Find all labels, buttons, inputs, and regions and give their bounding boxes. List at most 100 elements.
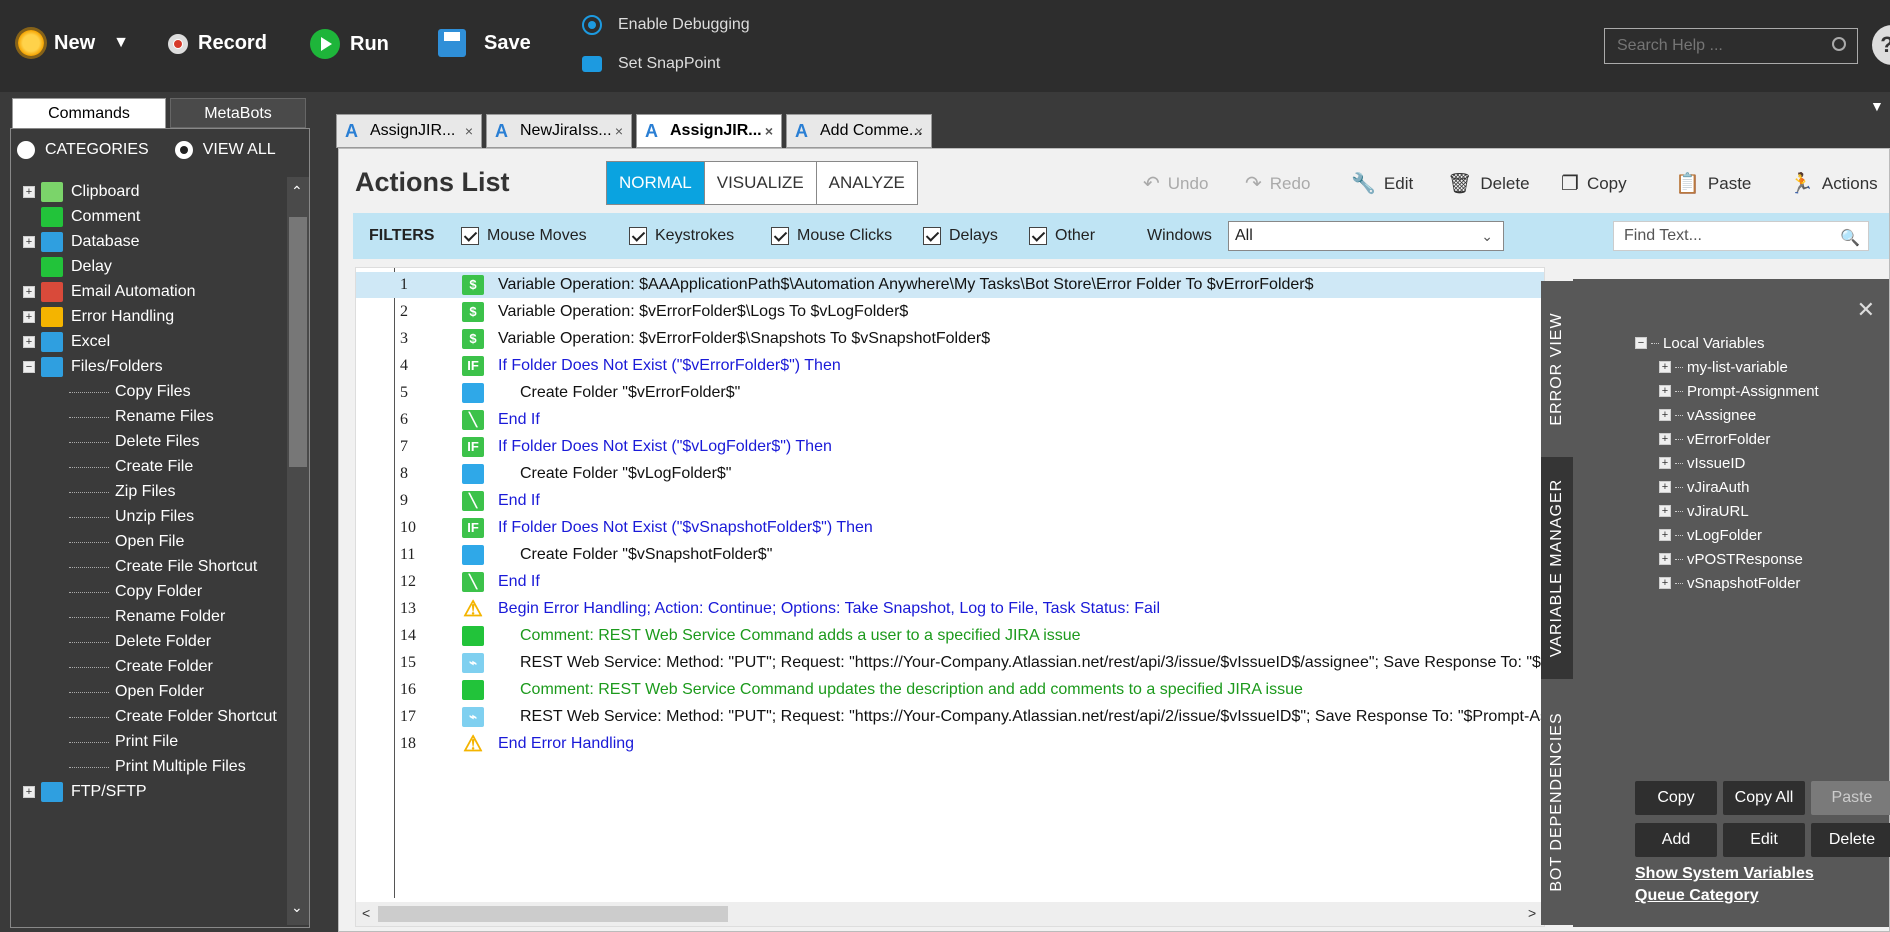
redo-button[interactable]: ↷ Redo — [1245, 171, 1310, 196]
variable-item[interactable]: + Prompt-Assignment — [1659, 379, 1819, 403]
action-row[interactable]: 14 Comment: REST Web Service Command adds… — [356, 623, 1544, 649]
scroll-left-icon[interactable]: < — [362, 905, 370, 921]
expand-icon[interactable]: + — [1659, 577, 1671, 589]
find-text-input[interactable]: Find Text... 🔍 — [1613, 221, 1869, 251]
actions-menu-button[interactable]: 🏃 Actions — [1789, 171, 1878, 196]
expand-icon[interactable]: + — [23, 186, 35, 198]
queue-category-link[interactable]: Queue Category — [1635, 887, 1759, 905]
collapse-icon[interactable]: − — [23, 361, 35, 373]
scroll-down-icon[interactable]: ⌄ — [291, 899, 303, 916]
edit-button[interactable]: 🔧 Edit — [1351, 171, 1413, 196]
variable-item[interactable]: + vPOSTResponse — [1659, 547, 1803, 571]
search-help-input[interactable] — [1604, 28, 1858, 64]
paste-button[interactable]: 📋 Paste — [1675, 171, 1751, 196]
help-icon[interactable]: ? — [1872, 25, 1890, 65]
action-row[interactable]: 16 Comment: REST Web Service Command upda… — [356, 677, 1544, 703]
collapse-icon[interactable]: − — [1635, 337, 1647, 349]
action-row[interactable]: 12 ╲ End If — [356, 569, 1544, 595]
filter-keystrokes[interactable]: Keystrokes — [629, 227, 734, 245]
tab-overflow-icon[interactable]: ▼ — [1870, 98, 1884, 114]
close-tab-icon[interactable]: × — [915, 123, 923, 139]
edit-variable-button[interactable]: Edit — [1723, 823, 1805, 857]
action-row[interactable]: 5 Create Folder "$vErrorFolder$" — [356, 380, 1544, 406]
categories-radio[interactable] — [17, 141, 35, 159]
copy-variable-button[interactable]: Copy — [1635, 781, 1717, 815]
tab-error-view[interactable]: ERROR VIEW — [1541, 281, 1573, 457]
expand-icon[interactable]: + — [23, 236, 35, 248]
mode-visualize[interactable]: VISUALIZE — [704, 162, 817, 204]
expand-icon[interactable]: + — [1659, 361, 1671, 373]
action-row[interactable]: 13 ⚠ Begin Error Handling; Action: Continu… — [356, 596, 1544, 622]
windows-select[interactable]: All ⌄ — [1228, 221, 1504, 251]
command-ftp-sftp[interactable]: + FTP/SFTP — [11, 777, 147, 807]
undo-button[interactable]: ↶ Undo — [1143, 171, 1208, 196]
scroll-right-icon[interactable]: > — [1528, 905, 1536, 921]
variable-item[interactable]: + vSnapshotFolder — [1659, 571, 1800, 595]
add-variable-button[interactable]: Add — [1635, 823, 1717, 857]
expand-icon[interactable]: + — [23, 786, 35, 798]
action-row[interactable]: 7 IF If Folder Does Not Exist ("$vLogFolde… — [356, 434, 1544, 460]
variable-item[interactable]: + vLogFolder — [1659, 523, 1762, 547]
action-row[interactable]: 2 $ Variable Operation: $vErrorFolder$\Log… — [356, 299, 1544, 325]
expand-icon[interactable]: + — [23, 286, 35, 298]
action-row[interactable]: 9 ╲ End If — [356, 488, 1544, 514]
search-icon[interactable] — [1832, 37, 1846, 51]
tab-commands[interactable]: Commands — [12, 98, 166, 128]
tab-bot-dependencies[interactable]: BOT DEPENDENCIES — [1541, 679, 1573, 925]
copy-all-button[interactable]: Copy All — [1723, 781, 1805, 815]
paste-variable-button[interactable]: Paste — [1811, 781, 1890, 815]
action-row[interactable]: 15 ⌁ REST Web Service: Method: "PUT"; Requ… — [356, 650, 1544, 676]
record-button[interactable]: Record — [168, 32, 267, 55]
expand-icon[interactable]: + — [1659, 457, 1671, 469]
expand-icon[interactable]: + — [1659, 529, 1671, 541]
mode-analyze[interactable]: ANALYZE — [816, 162, 917, 204]
delete-button[interactable]: 🗑 Delete — [1447, 171, 1530, 196]
action-row[interactable]: 6 ╲ End If — [356, 407, 1544, 433]
new-button[interactable]: New ▼ — [18, 30, 129, 56]
horizontal-scroll-thumb[interactable] — [378, 906, 728, 922]
enable-debugging-option[interactable]: Enable Debugging — [582, 15, 750, 35]
variable-item[interactable]: + vIssueID — [1659, 451, 1745, 475]
filter-mouse-moves[interactable]: Mouse Moves — [461, 227, 587, 245]
filter-delays[interactable]: Delays — [923, 227, 998, 245]
variable-item[interactable]: + vErrorFolder — [1659, 427, 1770, 451]
expand-icon[interactable]: + — [1659, 385, 1671, 397]
expand-icon[interactable]: + — [1659, 433, 1671, 445]
close-tab-icon[interactable]: × — [465, 123, 473, 139]
expand-icon[interactable]: + — [23, 336, 35, 348]
expand-icon[interactable]: + — [1659, 505, 1671, 517]
expand-icon[interactable]: + — [23, 311, 35, 323]
document-tab[interactable]: A Add Comme... × — [786, 114, 932, 148]
scroll-thumb[interactable] — [289, 217, 307, 467]
local-variables-root[interactable]: − Local Variables — [1635, 331, 1764, 355]
show-system-variables-link[interactable]: Show System Variables — [1635, 865, 1814, 883]
copy-button[interactable]: ❐ Copy — [1561, 171, 1627, 196]
variable-item[interactable]: + vAssignee — [1659, 403, 1756, 427]
horizontal-scrollbar[interactable]: < > — [356, 902, 1544, 926]
scroll-up-icon[interactable]: ⌃ — [291, 183, 303, 200]
set-snappoint-option[interactable]: Set SnapPoint — [582, 55, 720, 73]
close-tab-icon[interactable]: × — [615, 123, 623, 139]
view-all-radio[interactable] — [174, 141, 193, 159]
find-search-icon[interactable]: 🔍 — [1840, 228, 1860, 248]
delete-variable-button[interactable]: Delete — [1811, 823, 1890, 857]
commands-scrollbar[interactable]: ⌃ ⌄ — [287, 177, 309, 925]
filter-mouse-clicks[interactable]: Mouse Clicks — [771, 227, 892, 245]
action-row[interactable]: 3 $ Variable Operation: $vErrorFolder$\Sna… — [356, 326, 1544, 352]
variable-item[interactable]: + vJiraURL — [1659, 499, 1749, 523]
filter-other[interactable]: Other — [1029, 227, 1095, 245]
new-dropdown-icon[interactable]: ▼ — [113, 34, 129, 52]
save-button[interactable]: Save — [438, 29, 531, 57]
action-row[interactable]: 11 Create Folder "$vSnapshotFolder$" — [356, 542, 1544, 568]
document-tab[interactable]: A AssignJIR... × — [636, 114, 782, 148]
expand-icon[interactable]: + — [1659, 553, 1671, 565]
action-row[interactable]: 4 IF If Folder Does Not Exist ("$vErrorFol… — [356, 353, 1544, 379]
expand-icon[interactable]: + — [1659, 409, 1671, 421]
mode-normal[interactable]: NORMAL — [607, 162, 705, 204]
action-row[interactable]: 18 ⚠ End Error Handling — [356, 731, 1544, 757]
action-row[interactable]: 1 $ Variable Operation: $AAApplicationPath… — [356, 272, 1544, 298]
tab-metabots[interactable]: MetaBots — [170, 98, 306, 128]
action-row[interactable]: 10 IF If Folder Does Not Exist ("$vSnapsho… — [356, 515, 1544, 541]
close-icon[interactable]: ✕ — [1857, 297, 1875, 323]
tab-variable-manager[interactable]: VARIABLE MANAGER — [1541, 457, 1573, 679]
